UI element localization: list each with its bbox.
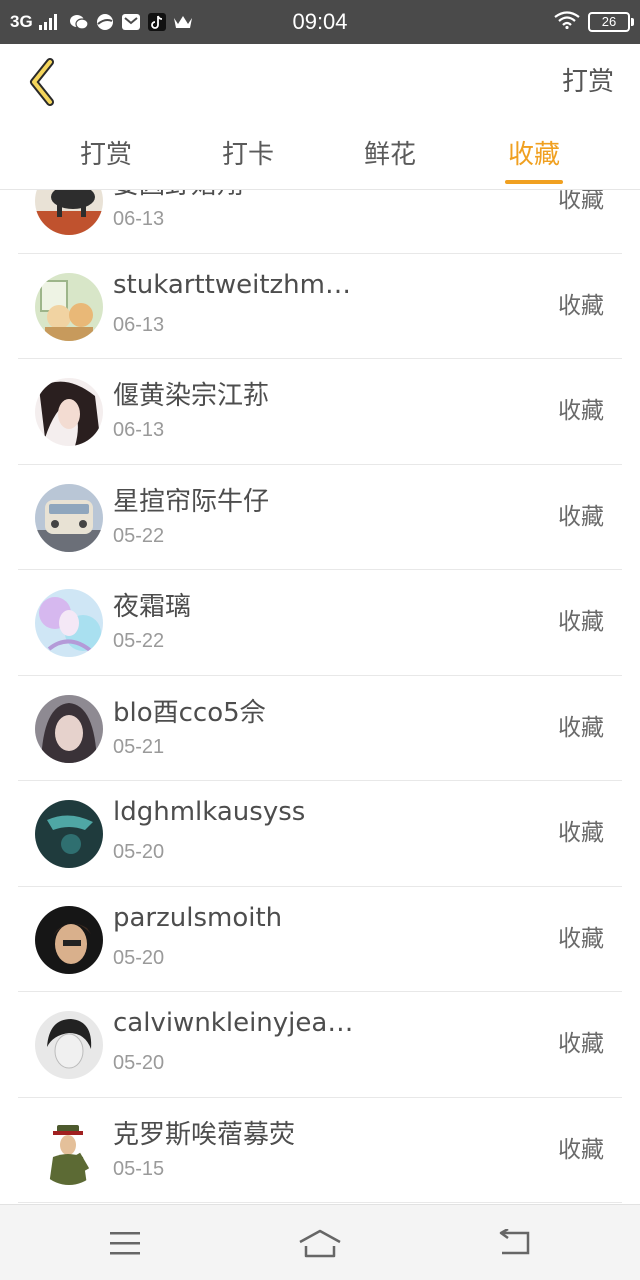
list-item[interactable]: blo酉cco5佘 05-21 收藏 <box>0 676 640 782</box>
list-item[interactable]: 偃黄染宗江荪 06-13 收藏 <box>0 359 640 465</box>
back-icon <box>499 1229 530 1255</box>
tab-flowers[interactable]: 鲜花 <box>319 120 461 190</box>
wechat-icon <box>69 13 89 31</box>
avatar[interactable] <box>35 378 103 446</box>
reward-action-button[interactable]: 打赏 <box>562 44 614 120</box>
avatar[interactable] <box>35 694 103 763</box>
list-item[interactable]: 要因野婚翔 06-13 收藏 <box>0 190 640 254</box>
item-date: 06-13 <box>113 208 165 230</box>
tab-reward[interactable]: 打赏 <box>35 120 177 190</box>
chevron-left-icon <box>30 58 54 106</box>
item-status: 收藏 <box>558 714 604 741</box>
item-date: 05-20 <box>113 1052 165 1074</box>
header: 打赏 <box>0 44 640 120</box>
menu-icon <box>110 1232 140 1255</box>
avatar[interactable] <box>35 483 103 552</box>
user-name: ldghmlkausyss <box>113 797 306 827</box>
tab-checkin[interactable]: 打卡 <box>177 120 319 190</box>
back-button[interactable] <box>18 56 66 108</box>
home-icon <box>299 1229 341 1258</box>
mail-icon <box>121 13 141 31</box>
avatar[interactable] <box>35 272 103 341</box>
screen: 3G 09:04 26 打赏 打赏 打卡 鲜花 收藏 06-13 收藏 stuk… <box>0 0 640 1280</box>
item-date: 05-22 <box>113 524 165 547</box>
item-status: 收藏 <box>558 292 604 319</box>
list-item[interactable]: parzulsmoith 05-20 收藏 <box>0 887 640 993</box>
status-left: 3G <box>10 0 193 44</box>
item-date: 05-21 <box>113 735 165 758</box>
user-name: 偃黄染宗江荪 <box>113 381 270 411</box>
network-type: 3G <box>10 12 33 31</box>
user-name: parzulsmoith <box>113 902 283 933</box>
avatar[interactable] <box>35 1011 103 1079</box>
status-bar: 3G 09:04 26 <box>0 0 640 44</box>
wifi-icon <box>554 11 580 33</box>
active-tab-indicator <box>505 180 563 184</box>
signal-icon <box>38 14 57 30</box>
avatar[interactable] <box>35 589 103 657</box>
item-date: 05-15 <box>113 1157 165 1180</box>
avatar[interactable] <box>35 800 103 868</box>
favorites-list[interactable]: 要因野婚翔 06-13 收藏 stukarttweitzhm… 06-13 收藏 <box>0 190 640 1204</box>
user-name: calviwnkleinyjea… <box>113 1008 354 1038</box>
item-date: 05-20 <box>113 841 165 863</box>
system-nav-bar <box>0 1204 640 1280</box>
crown-icon <box>173 13 193 31</box>
user-name: 夜霜璃 <box>113 592 192 622</box>
item-status: 收藏 <box>558 190 604 213</box>
item-status: 收藏 <box>558 609 604 635</box>
list-item[interactable]: ldghmlkausyss 05-20 收藏 <box>0 781 640 887</box>
menu-button[interactable] <box>101 1219 149 1267</box>
item-status: 收藏 <box>558 820 604 846</box>
item-date: 05-22 <box>113 630 165 652</box>
tab-bar: 打赏 打卡 鲜花 收藏 <box>0 120 640 190</box>
item-date: 05-20 <box>113 946 165 969</box>
item-status: 收藏 <box>558 503 604 530</box>
avatar[interactable] <box>35 905 103 974</box>
system-back-button[interactable] <box>491 1219 539 1267</box>
item-status: 收藏 <box>558 1031 604 1057</box>
avatar[interactable] <box>35 190 103 235</box>
avatar[interactable] <box>35 1116 103 1185</box>
item-date: 06-13 <box>113 313 165 336</box>
item-status: 收藏 <box>558 925 604 952</box>
user-name: stukarttweitzhm… <box>113 269 351 300</box>
list-item[interactable]: 星揎帘际牛仔 05-22 收藏 <box>0 465 640 571</box>
list-item[interactable]: calviwnkleinyjea… 05-20 收藏 <box>0 992 640 1098</box>
item-status: 收藏 <box>558 398 604 424</box>
tiktok-icon <box>147 13 167 31</box>
user-name: 克罗斯唉蓿募荧 <box>113 1119 296 1150</box>
home-button[interactable] <box>296 1219 344 1267</box>
item-status: 收藏 <box>558 1136 604 1163</box>
list-item[interactable]: 克罗斯唉蓿募荧 05-15 收藏 <box>0 1098 640 1204</box>
user-name: 星揎帘际牛仔 <box>113 486 270 517</box>
status-right: 26 <box>554 0 634 44</box>
list-item[interactable]: 夜霜璃 05-22 收藏 <box>0 570 640 676</box>
list-content: 要因野婚翔 06-13 收藏 stukarttweitzhm… 06-13 收藏 <box>0 190 640 1203</box>
user-name: blo酉cco5佘 <box>113 697 266 728</box>
battery-icon: 26 <box>588 12 634 32</box>
list-item[interactable]: stukarttweitzhm… 06-13 收藏 <box>0 254 640 360</box>
browser-icon <box>95 13 115 31</box>
user-name: 要因野婚翔 <box>113 190 363 201</box>
item-date: 06-13 <box>113 419 165 441</box>
